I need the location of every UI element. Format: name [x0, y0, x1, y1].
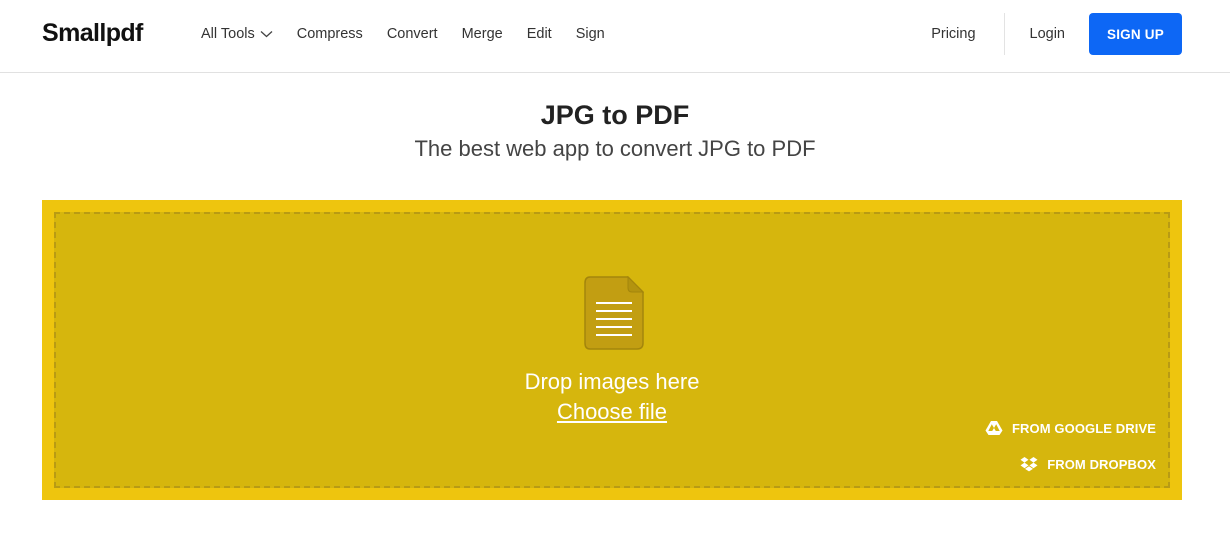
from-google-drive-button[interactable]: FROM GOOGLE DRIVE [985, 420, 1156, 436]
account-nav: Pricing Login SIGN UP [931, 13, 1182, 55]
nav-convert[interactable]: Convert [387, 26, 438, 42]
login-link[interactable]: Login [1030, 26, 1065, 42]
main-nav: All Tools Compress Convert Merge Edit Si… [201, 25, 629, 43]
smallpdf-logo[interactable]: Smallpdf [42, 19, 143, 48]
file-dropzone[interactable]: Drop images here Choose file FROM GOOGLE… [42, 200, 1182, 500]
page-subtitle: The best web app to convert JPG to PDF [414, 136, 816, 161]
chevron-down-icon [260, 31, 273, 38]
dropbox-icon [1020, 457, 1038, 472]
from-google-drive-label: FROM GOOGLE DRIVE [1012, 420, 1156, 436]
pricing-link[interactable]: Pricing [931, 26, 975, 42]
nav-sign[interactable]: Sign [576, 26, 605, 42]
sign-up-button[interactable]: SIGN UP [1089, 13, 1182, 55]
nav-compress[interactable]: Compress [297, 26, 363, 42]
from-dropbox-label: FROM DROPBOX [1047, 456, 1156, 472]
drop-images-text: Drop images here [524, 369, 700, 394]
document-icon [584, 276, 644, 350]
nav-merge[interactable]: Merge [462, 26, 503, 42]
dropzone-dashed-area[interactable]: Drop images here Choose file FROM GOOGLE… [54, 212, 1170, 488]
site-header: Smallpdf All Tools Compress Convert Merg… [0, 0, 1230, 73]
choose-file-label[interactable]: Choose file [557, 399, 667, 424]
from-dropbox-button[interactable]: FROM DROPBOX [1020, 456, 1156, 472]
nav-all-tools-label: All Tools [201, 26, 255, 42]
nav-all-tools[interactable]: All Tools [201, 26, 273, 42]
nav-edit[interactable]: Edit [527, 26, 552, 42]
page-title: JPG to PDF [540, 100, 690, 130]
google-drive-icon [985, 421, 1003, 435]
nav-divider [1003, 13, 1005, 55]
